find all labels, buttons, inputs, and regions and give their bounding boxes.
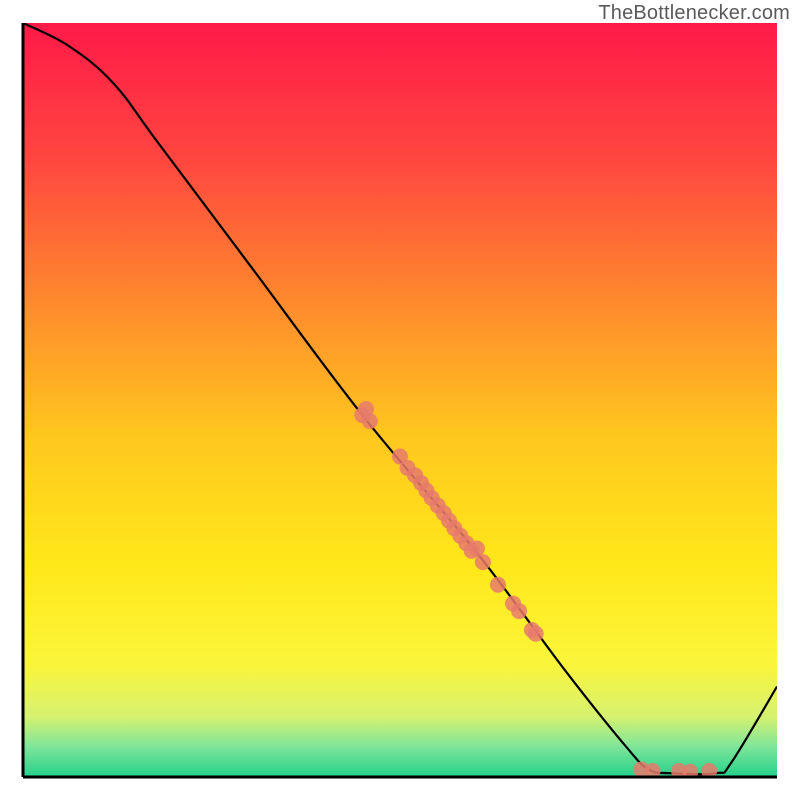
data-point	[528, 626, 544, 642]
data-point	[362, 413, 378, 429]
data-point	[490, 577, 506, 593]
data-point	[475, 554, 491, 570]
gradient-background	[23, 23, 777, 777]
chart-container: TheBottlenecker.com	[0, 0, 800, 800]
data-point	[511, 603, 527, 619]
chart-plot	[23, 23, 777, 777]
attribution-text: TheBottlenecker.com	[598, 2, 790, 25]
